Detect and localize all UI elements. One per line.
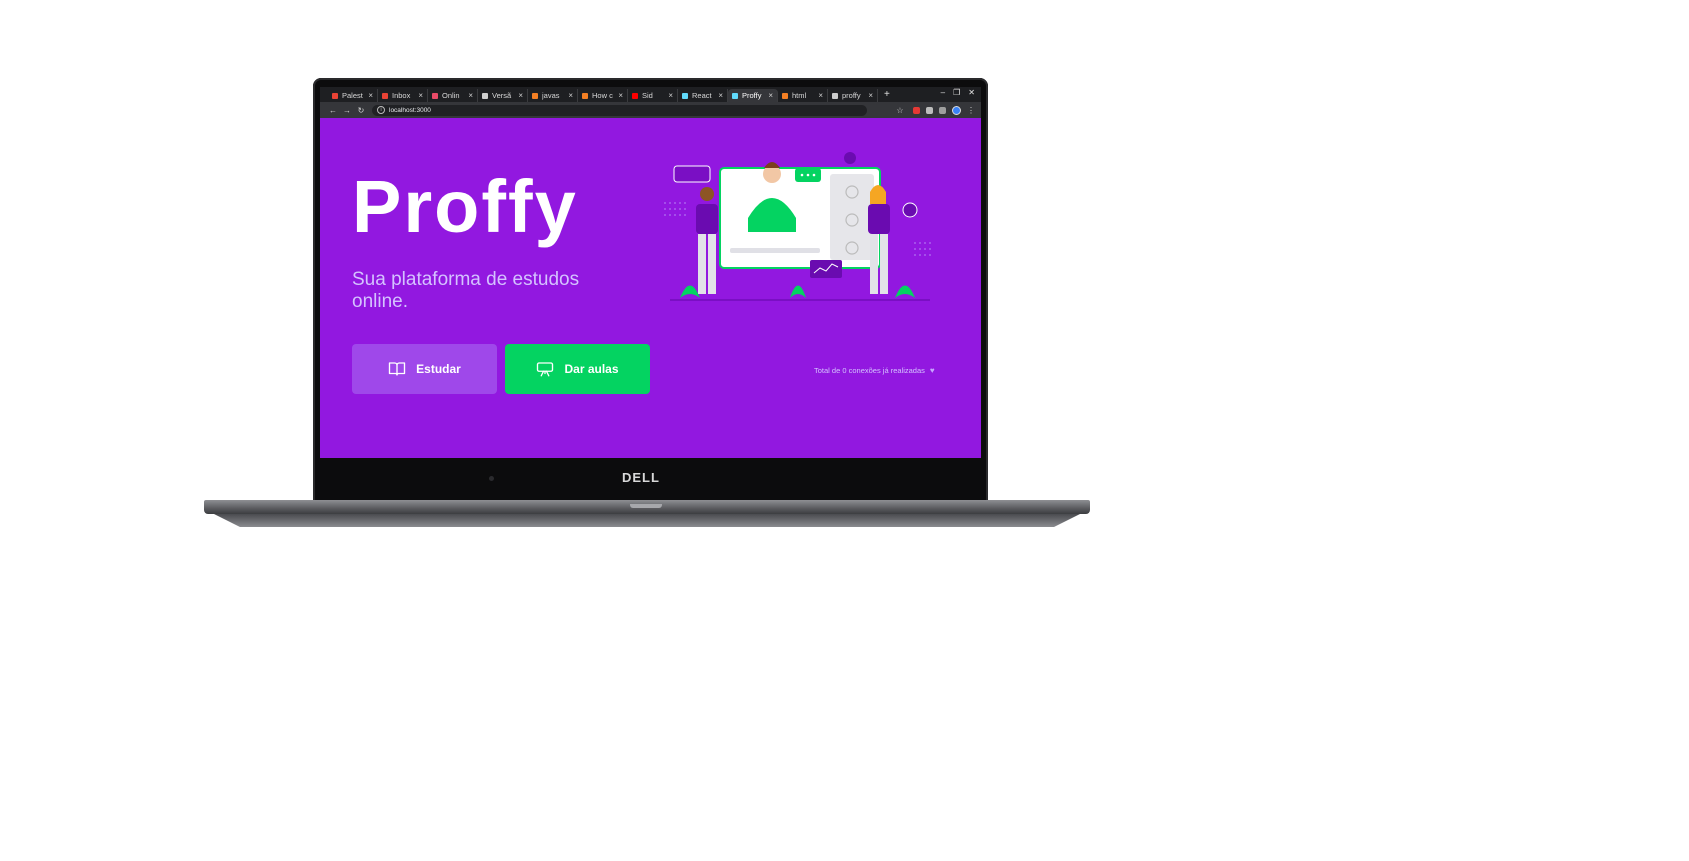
extensions-row: ☆ ⋮: [893, 105, 975, 115]
tab-favicon-icon: [732, 92, 738, 99]
tab-label: html: [792, 91, 807, 100]
site-info-icon[interactable]: i: [377, 106, 385, 114]
tab-favicon-icon: [682, 92, 688, 99]
gear-icon: [844, 152, 856, 164]
address-bar[interactable]: i localhost:3000: [372, 104, 867, 116]
tab-favicon-icon: [432, 92, 438, 99]
menu-dots-icon[interactable]: ⋮: [967, 106, 975, 115]
tab-close-icon[interactable]: ×: [418, 91, 423, 100]
browser-tab[interactable]: Versã ×: [478, 89, 528, 102]
tab-close-icon[interactable]: ×: [468, 91, 473, 100]
minimize-icon[interactable]: –: [941, 88, 945, 97]
tab-label: proffy: [842, 91, 861, 100]
tab-label: javas: [542, 91, 560, 100]
laptop-screen: Palest × Inbox × Onlin × Versã × javas × How c × Sid…: [320, 87, 981, 458]
tab-favicon-icon: [582, 92, 588, 99]
clock-icon: [902, 202, 918, 218]
tab-favicon-icon: [482, 92, 488, 99]
browser-tab[interactable]: Palest ×: [328, 89, 378, 102]
browser-tab[interactable]: proffy ×: [828, 89, 878, 102]
chart-card-icon: [810, 260, 842, 278]
tab-close-icon[interactable]: ×: [868, 91, 873, 100]
puzzle-icon[interactable]: [926, 106, 933, 114]
laptop-notch: [630, 504, 662, 508]
extension-icon[interactable]: [913, 106, 920, 114]
back-icon[interactable]: ←: [326, 106, 340, 115]
teach-button-label: Dar aulas: [564, 362, 619, 376]
webcam: [489, 476, 494, 481]
presentation-icon: [537, 362, 554, 377]
tab-label: Inbox: [392, 91, 411, 100]
tab-label: React: [692, 91, 712, 100]
browser-tab[interactable]: html ×: [778, 89, 828, 102]
hero-illustration: [664, 152, 931, 301]
browser-tab[interactable]: Onlin ×: [428, 89, 478, 102]
tab-favicon-icon: [332, 92, 338, 99]
tab-close-icon[interactable]: ×: [718, 91, 723, 100]
teach-button[interactable]: Dar aulas: [505, 344, 650, 394]
browser-tab[interactable]: Proffy ×: [728, 89, 778, 102]
study-button-label: Estudar: [416, 362, 461, 376]
tab-favicon-icon: [632, 92, 638, 99]
total-connections-text: Total de 0 conexões já realizadas: [814, 366, 925, 375]
tab-label: Palest: [342, 91, 363, 100]
tab-favicon-icon: [782, 92, 788, 99]
tab-close-icon[interactable]: ×: [518, 91, 523, 100]
study-button[interactable]: Estudar: [352, 344, 497, 394]
reload-icon[interactable]: ↻: [354, 106, 368, 115]
tab-close-icon[interactable]: ×: [818, 91, 823, 100]
browser-tab[interactable]: Inbox ×: [378, 89, 428, 102]
book-icon: [388, 362, 406, 376]
tab-label: Proffy: [742, 91, 762, 100]
tab-close-icon[interactable]: ×: [668, 91, 673, 100]
tab-close-icon[interactable]: ×: [368, 91, 373, 100]
laptop-brand-logo: DELL: [622, 470, 660, 485]
media-icon[interactable]: [939, 106, 946, 114]
forward-icon[interactable]: →: [340, 106, 354, 115]
browser-tab[interactable]: javas ×: [528, 89, 578, 102]
tagline: Sua plataforma de estudos online.: [352, 269, 580, 312]
chat-bubble-icon: [673, 165, 711, 183]
tab-close-icon[interactable]: ×: [618, 91, 623, 100]
plant-icon: [680, 285, 700, 298]
bookmark-star-icon[interactable]: ☆: [893, 106, 907, 115]
tab-close-icon[interactable]: ×: [568, 91, 573, 100]
tab-label: Sid: [642, 91, 653, 100]
profile-avatar[interactable]: [952, 105, 961, 115]
tab-favicon-icon: [382, 92, 388, 99]
tab-label: Versã: [492, 91, 512, 100]
proffy-logo: Proffy: [352, 165, 578, 248]
new-tab-button[interactable]: +: [884, 89, 890, 100]
browser-tab[interactable]: React ×: [678, 89, 728, 102]
total-connections: Total de 0 conexões já realizadas ♥: [814, 366, 935, 375]
student-left-figure: [700, 187, 714, 201]
tab-label: Onlin: [442, 91, 460, 100]
browser-tab[interactable]: Sid ×: [628, 89, 678, 102]
maximize-icon[interactable]: ❐: [953, 88, 960, 97]
close-window-icon[interactable]: ✕: [968, 88, 975, 97]
address-url: localhost:3000: [389, 106, 431, 114]
browser-toolbar: ← → ↻ i localhost:3000 ☆ ⋮: [320, 102, 981, 118]
window-controls: – ❐ ✕: [941, 88, 975, 97]
purple-heart-icon: ♥: [929, 366, 935, 375]
tab-label: How c: [592, 91, 613, 100]
tab-favicon-icon: [832, 92, 838, 99]
tab-close-icon[interactable]: ×: [768, 91, 773, 100]
browser-tab[interactable]: How c ×: [578, 89, 628, 102]
browser-tab-bar: Palest × Inbox × Onlin × Versã × javas × How c × Sid…: [320, 87, 981, 102]
tab-favicon-icon: [532, 92, 538, 99]
proffy-landing-page: Proffy Sua plataforma de estudos online.…: [320, 118, 981, 458]
video-list-panel: [830, 174, 874, 260]
laptop-base-bottom: [214, 514, 1080, 527]
